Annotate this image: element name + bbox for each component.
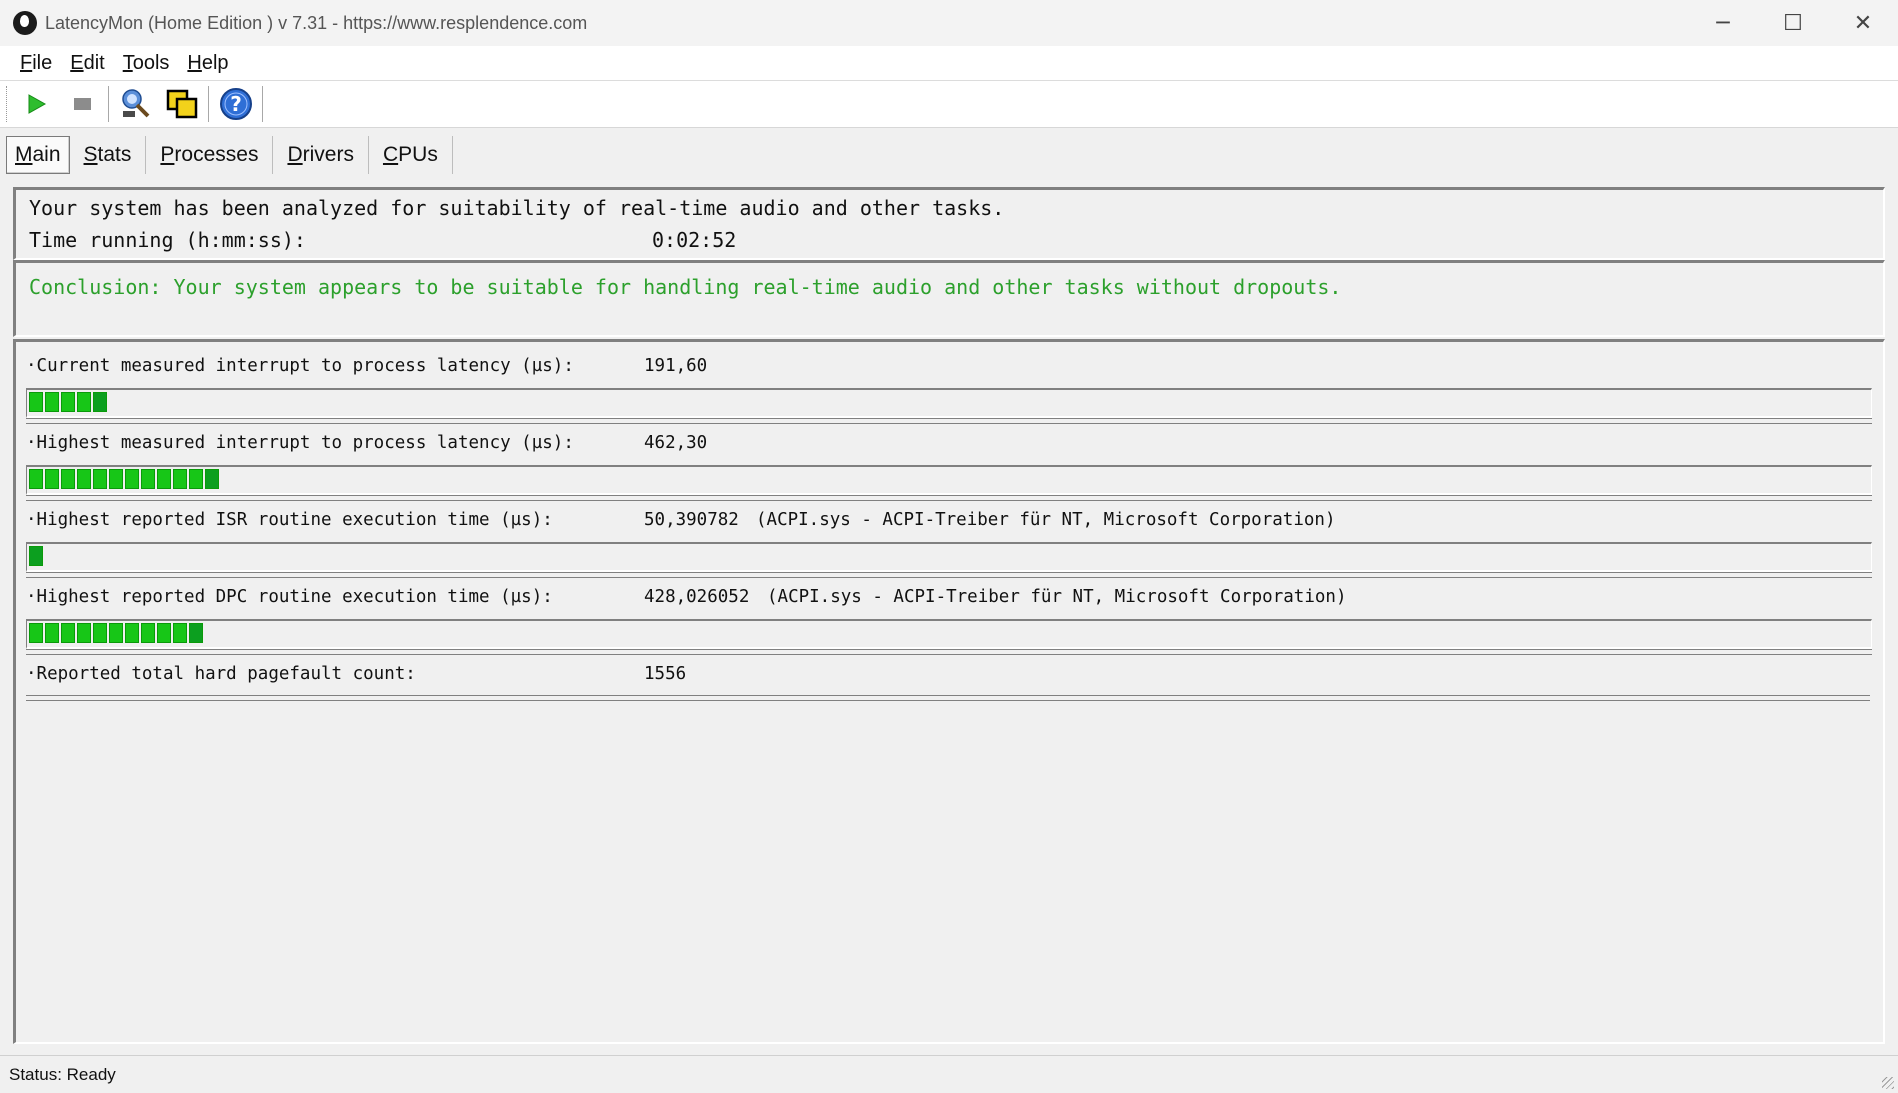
bar-segment xyxy=(77,392,91,412)
bar-segment xyxy=(45,469,59,489)
tab-main[interactable]: Main xyxy=(6,136,70,174)
menu-help[interactable]: Help xyxy=(187,52,228,75)
bar-segment xyxy=(141,469,155,489)
tab-drivers[interactable]: Drivers xyxy=(273,136,369,174)
metric-value: 50,390782 xyxy=(644,510,739,530)
metrics-panel: ·Current measured interrupt to process l… xyxy=(13,339,1885,1044)
metric-label: ·Highest reported DPC routine execution … xyxy=(26,587,553,607)
bar-segment xyxy=(29,469,43,489)
wizard-icon xyxy=(122,89,150,118)
menu-file[interactable]: File xyxy=(20,52,52,75)
bar-segment xyxy=(205,469,219,489)
bar-segment xyxy=(125,623,139,643)
analysis-message: Your system has been analyzed for suitab… xyxy=(29,196,1005,220)
pagefault-divider xyxy=(26,695,1870,701)
metric-driver-note: (ACPI.sys - ACPI-Treiber für NT, Microso… xyxy=(767,587,1347,607)
metric-value: 462,30 xyxy=(644,433,708,453)
tab-stats[interactable]: Stats xyxy=(70,136,147,174)
bar-segment xyxy=(109,623,123,643)
metric-value: 191,60 xyxy=(644,356,708,376)
conclusion-panel: Conclusion: Your system appears to be su… xyxy=(13,260,1885,337)
bar-segment xyxy=(45,623,59,643)
toolbar-grip[interactable] xyxy=(6,86,10,122)
bar-segment xyxy=(141,623,155,643)
bar-fill xyxy=(29,546,43,566)
tab-cpus[interactable]: CPUs xyxy=(369,136,453,174)
time-running-label: Time running (h:mm:ss): xyxy=(29,228,306,252)
bar-segment xyxy=(93,392,107,412)
window-title: LatencyMon (Home Edition ) v 7.31 - http… xyxy=(45,12,588,33)
latency-bar xyxy=(26,619,1872,655)
bar-segment xyxy=(61,392,75,412)
start-button[interactable] xyxy=(16,84,56,124)
menu-bar: File Edit Tools Help xyxy=(0,46,1898,81)
toolbar: ? xyxy=(0,81,1898,128)
bar-segment xyxy=(29,546,43,566)
metric-label: ·Reported total hard pagefault count: xyxy=(26,664,416,684)
stop-icon xyxy=(74,98,91,110)
stop-button[interactable] xyxy=(62,84,102,124)
help-button[interactable]: ? xyxy=(216,84,256,124)
conclusion-text: Conclusion: Your system appears to be su… xyxy=(29,275,1342,299)
bar-segment xyxy=(189,469,203,489)
metric-driver-note: (ACPI.sys - ACPI-Treiber für NT, Microso… xyxy=(756,510,1336,530)
bar-segment xyxy=(157,623,171,643)
metric-label: ·Highest measured interrupt to process l… xyxy=(26,433,574,453)
bar-segment xyxy=(29,623,43,643)
status-text: Status: Ready xyxy=(9,1064,116,1084)
app-icon xyxy=(13,11,37,35)
title-bar[interactable]: LatencyMon (Home Edition ) v 7.31 - http… xyxy=(0,0,1898,46)
bar-fill xyxy=(29,392,107,412)
bar-segment xyxy=(61,469,75,489)
bar-segment xyxy=(93,469,107,489)
copy-windows-button[interactable] xyxy=(162,84,202,124)
latency-bar xyxy=(26,465,1872,501)
copy-windows-icon xyxy=(166,89,198,119)
bar-segment xyxy=(157,469,171,489)
close-button[interactable]: ✕ xyxy=(1828,0,1898,46)
bar-fill xyxy=(29,623,203,643)
maximize-button[interactable]: ☐ xyxy=(1758,0,1828,46)
bar-segment xyxy=(109,469,123,489)
svg-text:?: ? xyxy=(230,92,242,116)
menu-edit[interactable]: Edit xyxy=(70,52,104,75)
bar-segment xyxy=(189,623,203,643)
time-running-value: 0:02:52 xyxy=(652,228,737,252)
bar-segment xyxy=(93,623,107,643)
bar-segment xyxy=(125,469,139,489)
tab-processes[interactable]: Processes xyxy=(146,136,274,174)
toolbar-separator xyxy=(108,86,110,122)
bar-segment xyxy=(173,469,187,489)
help-icon: ? xyxy=(220,88,252,120)
metric-value: 428,026052 xyxy=(644,587,750,607)
bar-segment xyxy=(173,623,187,643)
metric-label: ·Highest reported ISR routine execution … xyxy=(26,510,553,530)
latency-bar xyxy=(26,542,1872,578)
latency-bar xyxy=(26,388,1872,424)
bar-segment xyxy=(29,392,43,412)
bar-fill xyxy=(29,469,219,489)
metric-value: 1556 xyxy=(644,664,687,684)
bar-segment xyxy=(61,623,75,643)
wizard-button[interactable] xyxy=(116,84,156,124)
bar-segment xyxy=(77,623,91,643)
menu-tools[interactable]: Tools xyxy=(123,52,170,75)
resize-grip[interactable] xyxy=(1882,1077,1894,1089)
bar-segment xyxy=(45,392,59,412)
toolbar-separator xyxy=(208,86,210,122)
start-icon xyxy=(28,94,47,114)
bar-segment xyxy=(77,469,91,489)
status-bar: Status: Ready xyxy=(0,1055,1898,1093)
window-controls: ─ ☐ ✕ xyxy=(1688,0,1898,46)
metric-label: ·Current measured interrupt to process l… xyxy=(26,356,574,376)
minimize-button[interactable]: ─ xyxy=(1688,0,1758,46)
summary-panel: Your system has been analyzed for suitab… xyxy=(13,187,1885,260)
toolbar-separator xyxy=(262,86,264,122)
tab-strip: Main Stats Processes Drivers CPUs xyxy=(0,135,453,175)
